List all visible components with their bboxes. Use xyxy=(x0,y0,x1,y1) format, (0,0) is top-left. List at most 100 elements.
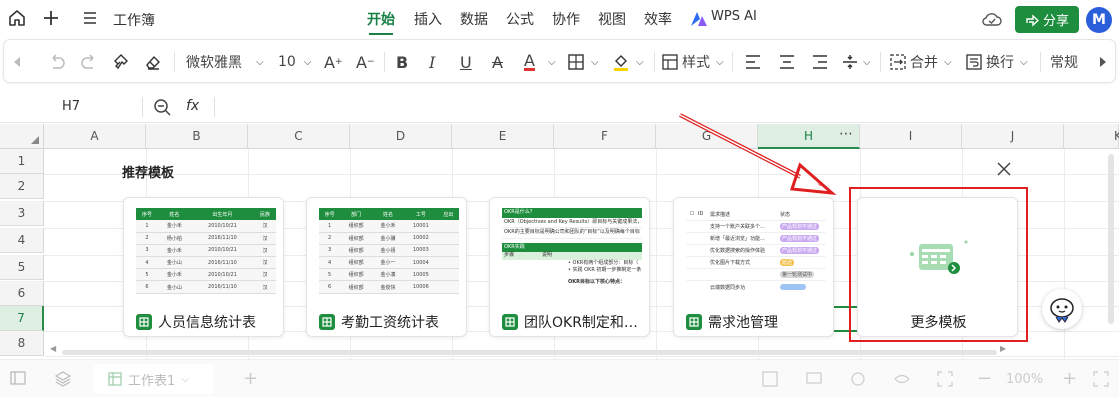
align-left-icon[interactable] xyxy=(745,52,761,72)
border-icon[interactable] xyxy=(568,52,584,72)
redo-icon[interactable] xyxy=(80,52,98,72)
template-card-personnel[interactable]: 序号 姓名 出生年月 民族 1 金小禾 2010/10/21 汉 2 杨小柏 2016/11/1… xyxy=(123,197,284,337)
menu-icon[interactable] xyxy=(82,10,98,26)
theme-icon[interactable] xyxy=(850,371,866,387)
row-header[interactable]: 2 xyxy=(0,174,44,199)
separator xyxy=(880,52,881,72)
wps-ai-logo-icon xyxy=(690,11,708,27)
decrease-font-size-icon[interactable]: A − xyxy=(356,52,375,72)
column-header[interactable]: J xyxy=(962,124,1064,149)
zoom-out-button[interactable]: − xyxy=(977,368,992,389)
fill-color-icon[interactable] xyxy=(612,52,630,72)
chevron-down-icon[interactable]: ⌵ xyxy=(591,52,599,72)
clear-format-icon[interactable] xyxy=(144,52,162,72)
fullscreen-icon[interactable] xyxy=(937,371,953,387)
add-sheet-plus-icon[interactable]: + xyxy=(243,368,258,389)
column-header[interactable]: A xyxy=(44,124,146,149)
undo-icon[interactable] xyxy=(48,52,66,72)
assistant-bot-icon[interactable] xyxy=(1042,289,1082,329)
column-header[interactable]: F xyxy=(554,124,656,149)
column-header[interactable]: E xyxy=(452,124,554,149)
increase-font-size-icon[interactable]: A + xyxy=(324,52,343,72)
tab-wps-ai[interactable]: WPS AI xyxy=(711,9,757,24)
align-center-icon[interactable] xyxy=(779,52,795,72)
font-color-icon[interactable]: A xyxy=(524,51,535,71)
format-painter-icon[interactable] xyxy=(112,52,130,72)
tab-start[interactable]: 开始 xyxy=(367,9,395,35)
spreadsheet-icon xyxy=(502,314,518,330)
template-card-attendance[interactable]: 序号 部门 姓名 工号 应出 1 组织部 金小禾 10001 2 组织部 金小骥 10002 3 组织… xyxy=(306,197,467,337)
tab-formula[interactable]: 公式 xyxy=(506,9,534,29)
font-name-select[interactable]: 微软雅黑 ⌵ xyxy=(186,52,264,72)
grid-line xyxy=(44,356,1119,357)
row-header-selected[interactable]: 7 xyxy=(0,306,44,331)
function-icon[interactable]: fx xyxy=(186,98,199,114)
share-button[interactable]: 分享 xyxy=(1015,6,1079,33)
tab-data[interactable]: 数据 xyxy=(460,9,488,29)
close-icon[interactable] xyxy=(997,162,1011,176)
row-header[interactable]: 8 xyxy=(0,331,44,356)
italic-icon[interactable]: I xyxy=(429,52,435,72)
cloud-sync-icon[interactable] xyxy=(982,10,1002,28)
column-header[interactable]: D xyxy=(350,124,452,149)
avatar[interactable]: M xyxy=(1086,7,1112,33)
zoom-level[interactable]: 100% xyxy=(1006,372,1043,387)
scroll-left-arrow-icon[interactable]: ◀ xyxy=(50,344,56,353)
row-header[interactable]: 6 xyxy=(0,281,44,306)
scroll-right-icon[interactable] xyxy=(1098,52,1106,72)
template-name: 考勤工资统计表 xyxy=(341,315,439,331)
protect-sheet-icon[interactable] xyxy=(762,371,778,387)
row-header[interactable]: 1 xyxy=(0,149,44,174)
fit-window-icon[interactable] xyxy=(1093,371,1109,387)
formula-input[interactable] xyxy=(220,94,1100,120)
merge-button[interactable]: 合并 ⌵ xyxy=(890,52,952,72)
align-right-icon[interactable] xyxy=(812,52,828,72)
wrap-text-button[interactable]: 换行 ⌵ xyxy=(966,52,1028,72)
tab-efficiency[interactable]: 效率 xyxy=(644,9,672,29)
row-header[interactable]: 3 xyxy=(0,201,44,226)
layers-icon[interactable] xyxy=(55,371,71,387)
scroll-left-icon[interactable] xyxy=(14,52,22,72)
row-header[interactable]: 5 xyxy=(0,255,44,280)
tab-view[interactable]: 视图 xyxy=(598,9,626,29)
tab-insert[interactable]: 插入 xyxy=(414,9,442,29)
new-tab-plus-icon[interactable] xyxy=(42,9,60,27)
zoom-in-button[interactable]: + xyxy=(1062,368,1077,389)
column-header[interactable]: K xyxy=(1064,124,1119,149)
eye-protection-icon[interactable] xyxy=(894,371,910,387)
chevron-down-icon[interactable]: ⌵ xyxy=(863,52,871,72)
font-size-select[interactable]: 10 ⌵ xyxy=(278,52,311,72)
document-title[interactable]: 工作簿 xyxy=(113,10,155,30)
bold-icon[interactable]: B xyxy=(396,52,408,72)
template-name: 团队OKR制定和… xyxy=(524,315,638,331)
number-format-select[interactable]: 常规 xyxy=(1050,52,1078,72)
template-card-demand-pool[interactable]: ☐ ID 需求描述 状态 支持一个账户关联多个... 产品规划不通过 新增「最近浏… xyxy=(673,197,834,337)
select-all-corner[interactable] xyxy=(0,124,44,149)
sheet-tab[interactable]: 工作表1 ⌵ xyxy=(94,364,214,394)
column-header[interactable]: C xyxy=(248,124,350,149)
horizontal-scrollbar[interactable] xyxy=(62,350,997,355)
status-bar: 工作表1 ⌵ + − 100% + xyxy=(0,359,1119,397)
sidebar-toggle-icon[interactable] xyxy=(10,371,26,385)
vertical-align-icon[interactable] xyxy=(842,52,858,72)
scroll-right-arrow-icon[interactable]: ▶ xyxy=(1000,344,1006,353)
column-header[interactable]: I xyxy=(860,124,962,149)
chevron-down-icon[interactable]: ⌵ xyxy=(548,52,556,72)
chevron-down-icon[interactable]: ⌵ xyxy=(636,52,644,72)
underline-icon[interactable]: U xyxy=(460,52,472,72)
style-button[interactable]: 样式 ⌵ xyxy=(662,52,724,72)
more-options-icon[interactable]: ⋯ xyxy=(839,126,853,142)
tab-collaborate[interactable]: 协作 xyxy=(552,9,580,29)
font-size-value: 10 xyxy=(278,54,296,70)
row-header[interactable]: 4 xyxy=(0,228,44,253)
strikethrough-icon[interactable]: A xyxy=(492,52,503,72)
vertical-scrollbar[interactable] xyxy=(1108,154,1114,324)
sheet-tab-label: 工作表1 xyxy=(128,373,176,389)
comment-icon[interactable] xyxy=(806,371,822,387)
cell-reference-box[interactable]: H7 xyxy=(62,99,80,114)
merge-icon xyxy=(890,54,906,70)
column-header[interactable]: B xyxy=(146,124,248,149)
template-card-okr[interactable]: OKR是什么？ OKR（Objectives and Key Results）即… xyxy=(489,197,650,337)
home-icon[interactable] xyxy=(8,9,26,27)
zoom-search-icon[interactable] xyxy=(153,98,171,116)
